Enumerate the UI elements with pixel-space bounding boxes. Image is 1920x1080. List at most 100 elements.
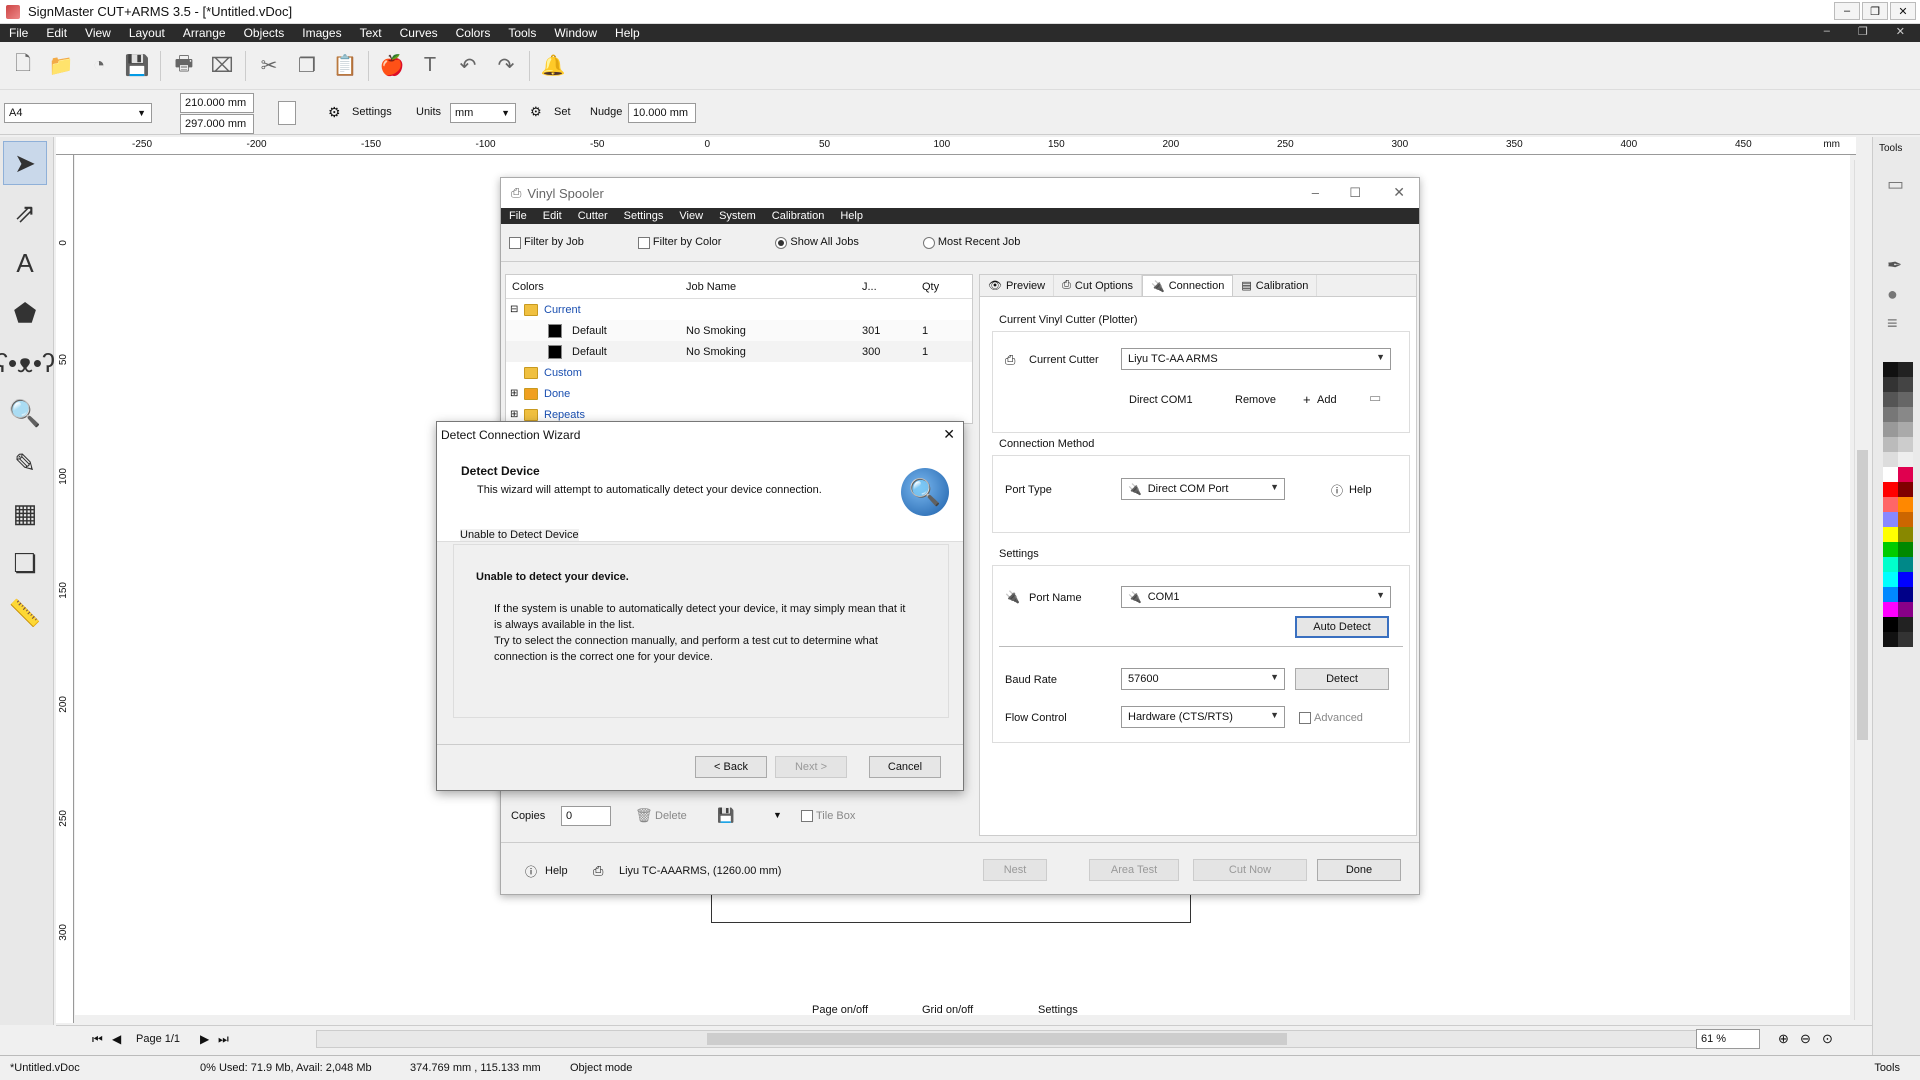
menu-text[interactable]: Text <box>351 26 391 40</box>
port-type-select[interactable]: 🔌 Direct COM Port ▼ <box>1121 478 1285 500</box>
open-icon[interactable]: 📁 <box>46 51 76 81</box>
palette-swatch[interactable] <box>1898 377 1913 392</box>
tab-calibration[interactable]: ▤ Calibration <box>1233 275 1318 296</box>
units-select[interactable]: mm ▼ <box>450 103 516 123</box>
tree-custom[interactable]: Custom <box>506 362 972 383</box>
mdi-close-button[interactable]: ✕ <box>1887 25 1914 38</box>
height-field[interactable]: 297.000 mm <box>180 114 254 134</box>
area-test-button[interactable]: Area Test <box>1089 859 1179 881</box>
next-button[interactable]: Next > <box>775 756 847 778</box>
print-icon[interactable]: 🖶 <box>169 51 199 81</box>
paste-icon[interactable]: 📋 <box>330 51 360 81</box>
text-tool-icon[interactable]: T <box>415 51 445 81</box>
menu-objects[interactable]: Objects <box>235 26 294 40</box>
nest-button[interactable]: Nest <box>983 859 1047 881</box>
spooler-menu-settings[interactable]: Settings <box>616 210 672 222</box>
circle-icon[interactable]: ● <box>1887 284 1920 305</box>
tab-connection[interactable]: 🔌 Connection <box>1142 275 1234 296</box>
remove-button[interactable]: Remove <box>1235 394 1276 406</box>
menu-view[interactable]: View <box>76 26 120 40</box>
palette-swatch[interactable] <box>1883 437 1898 452</box>
page-size-select[interactable]: A4 ▼ <box>4 103 152 123</box>
cutter-properties-icon[interactable]: ▭ <box>1369 390 1381 406</box>
teddy-bear-icon[interactable]: ʕ•ᴥ•ʔ <box>0 341 55 385</box>
menu-colors[interactable]: Colors <box>447 26 500 40</box>
help-icon[interactable]: ⓘ <box>1331 482 1343 499</box>
palette-swatch[interactable] <box>1883 467 1898 482</box>
col-colors[interactable]: Colors <box>506 281 686 293</box>
menu-file[interactable]: File <box>0 26 37 40</box>
spooler-close-button[interactable]: ✕ <box>1393 184 1405 201</box>
col-qty[interactable]: Qty <box>922 281 939 293</box>
filter-by-color-checkbox[interactable]: Filter by Color <box>637 236 721 249</box>
spooler-menu-calibration[interactable]: Calibration <box>764 210 833 222</box>
menu-curves[interactable]: Curves <box>391 26 447 40</box>
set-icon[interactable]: ⚙ <box>530 104 542 120</box>
undo-icon[interactable]: ↶ <box>453 51 483 81</box>
apple-icon[interactable]: 🍎 <box>377 51 407 81</box>
grid-tool-icon[interactable]: ▦ <box>3 491 47 535</box>
palette-swatch[interactable] <box>1883 542 1898 557</box>
vertical-scrollbar[interactable] <box>1854 160 1870 1020</box>
status-tools[interactable]: Tools <box>1864 1062 1920 1074</box>
spooler-minimize-button[interactable]: – <box>1312 185 1319 200</box>
tab-cut-options[interactable]: ⎙ Cut Options <box>1054 275 1142 296</box>
zoom-in-icon[interactable]: ⊕ <box>1778 1031 1789 1047</box>
add-icon[interactable]: + <box>1303 392 1311 407</box>
recent-icon[interactable]: ◔ <box>84 51 114 81</box>
tree-current[interactable]: ⊟ Current <box>506 299 972 320</box>
prev-page-icon[interactable]: ◀ <box>112 1032 121 1046</box>
palette-swatch[interactable] <box>1898 632 1913 647</box>
next-page-icon[interactable]: ▶ <box>200 1032 209 1046</box>
settings-gear-icon[interactable]: ⚙ <box>328 104 341 121</box>
palette-swatch[interactable] <box>1898 617 1913 632</box>
menu-tools[interactable]: Tools <box>499 26 545 40</box>
palette-swatch[interactable] <box>1898 572 1913 587</box>
add-button[interactable]: Add <box>1317 394 1337 406</box>
node-edit-icon[interactable]: ⇗ <box>3 191 47 235</box>
baud-rate-select[interactable]: 57600 ▼ <box>1121 668 1285 690</box>
table-row[interactable]: Default No Smoking 300 1 <box>506 341 972 362</box>
trash-icon[interactable]: 🗑 <box>635 807 653 824</box>
menu-images[interactable]: Images <box>293 26 350 40</box>
palette-swatch[interactable] <box>1883 497 1898 512</box>
palette-swatch[interactable] <box>1898 467 1913 482</box>
save-dropdown-icon[interactable]: ▼ <box>773 810 782 820</box>
page-onoff-toggle[interactable]: Page on/off <box>812 1004 868 1016</box>
bell-icon[interactable]: 🔔 <box>538 51 568 81</box>
palette-swatch[interactable] <box>1898 407 1913 422</box>
scissors-icon[interactable]: ✂ <box>254 51 284 81</box>
palette-swatch[interactable] <box>1883 392 1898 407</box>
menu-arrange[interactable]: Arrange <box>174 26 235 40</box>
palette-swatch[interactable] <box>1883 407 1898 422</box>
horizontal-scrollbar[interactable] <box>316 1030 1746 1048</box>
text-icon[interactable]: A <box>3 241 47 285</box>
menu-help[interactable]: Help <box>606 26 649 40</box>
flow-control-select[interactable]: Hardware (CTS/RTS) ▼ <box>1121 706 1285 728</box>
zoom-select[interactable]: 61 % <box>1696 1029 1760 1049</box>
copies-field[interactable]: 0 <box>561 806 611 826</box>
spooler-menu-cutter[interactable]: Cutter <box>570 210 616 222</box>
filter-by-job-checkbox[interactable]: Filter by Job <box>509 236 584 249</box>
palette-swatch[interactable] <box>1898 542 1913 557</box>
back-button[interactable]: < Back <box>695 756 767 778</box>
palette-swatch[interactable] <box>1883 572 1898 587</box>
col-job-name[interactable]: Job Name <box>686 281 862 293</box>
mdi-restore-button[interactable]: ❐ <box>1849 25 1877 38</box>
minimize-button[interactable]: – <box>1834 2 1860 20</box>
canvas-settings-button[interactable]: Settings <box>1038 1004 1078 1016</box>
spooler-maximize-button[interactable]: ☐ <box>1349 185 1361 201</box>
help-icon[interactable]: ⓘ <box>525 863 537 880</box>
spooler-menu-help[interactable]: Help <box>832 210 871 222</box>
menu-layout[interactable]: Layout <box>120 26 174 40</box>
vertical-scroll-thumb[interactable] <box>1857 450 1868 740</box>
palette-swatch[interactable] <box>1898 512 1913 527</box>
spooler-menu-view[interactable]: View <box>671 210 711 222</box>
tab-preview[interactable]: 👁 Preview <box>980 275 1055 296</box>
eyedropper-icon[interactable]: ✒ <box>1887 255 1920 276</box>
select-arrow-icon[interactable]: ➤ <box>3 141 47 185</box>
tile-box-checkbox[interactable]: Tile Box <box>801 810 855 823</box>
panel-tool-icon[interactable]: ▭ <box>1887 174 1920 195</box>
width-field[interactable]: 210.000 mm <box>180 93 254 113</box>
current-cutter-select[interactable]: Liyu TC-AA ARMS ▼ <box>1121 348 1391 370</box>
